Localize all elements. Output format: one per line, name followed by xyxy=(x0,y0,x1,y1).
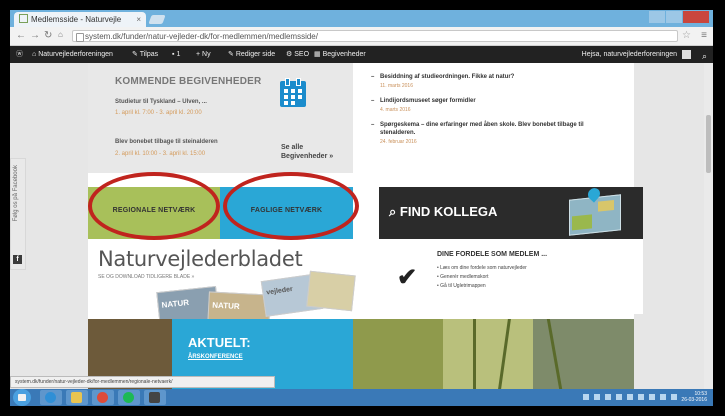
wp-admin-bar: ⓦ ⌂ Naturvejlederforeningen ✎ Tilpas ▪ 1… xyxy=(10,46,713,63)
taskbar: 10:53 26-03-2016 xyxy=(10,389,713,406)
chrome-taskbar-icon[interactable] xyxy=(92,390,114,405)
admin-edit-link[interactable]: ✎ Rediger side xyxy=(228,46,275,63)
admin-greeting[interactable]: Hejsa, naturvejlederforeningen xyxy=(582,46,677,63)
admin-site-link[interactable]: ⌂ Naturvejlederforeningen xyxy=(32,46,113,63)
events-box: KOMMENDE BEGIVENHEDER Studietur til Tysk… xyxy=(88,63,353,173)
highlight-circle-faglige xyxy=(223,172,359,240)
minimize-button[interactable] xyxy=(649,11,665,23)
window-controls xyxy=(648,11,709,25)
admin-seo-link[interactable]: ⚙ SEO xyxy=(286,46,309,63)
wp-logo-icon[interactable]: ⓦ xyxy=(16,46,23,63)
favicon-icon xyxy=(19,14,28,23)
address-text: system.dk/funder/natur-vejleder-dk/for-m… xyxy=(85,32,318,41)
facebook-side-label: Følg os på Facebook xyxy=(13,165,19,222)
admin-new-link[interactable]: + Ny xyxy=(196,46,211,63)
news-item[interactable]: Besiddning af studieordningen. Fikke at … xyxy=(371,73,600,81)
close-tab-icon[interactable]: × xyxy=(136,12,141,27)
forward-arrow-icon[interactable]: → xyxy=(30,30,40,41)
benefit-link[interactable]: • Generér medlemskort xyxy=(437,274,489,280)
magazine-download-link[interactable]: SE OG DOWNLOAD TIDLIGERE BLADE » xyxy=(98,274,194,280)
benefit-link[interactable]: • Gå til Ugletrimappen xyxy=(437,283,486,289)
maximize-button[interactable] xyxy=(666,11,682,23)
event-date: 2. april kl. 10:00 - 3. april kl. 15:00 xyxy=(115,151,206,157)
explorer-taskbar-icon[interactable] xyxy=(66,390,88,405)
start-button[interactable] xyxy=(13,389,31,406)
bookmark-star-icon[interactable]: ☆ xyxy=(682,30,691,41)
clock-date: 26-03-2016 xyxy=(681,397,707,403)
status-url-tooltip: system.dk/funder/natur-vejleder-dk/for-m… xyxy=(10,376,275,388)
news-date: 24. februar 2016 xyxy=(380,139,417,145)
events-heading: KOMMENDE BEGIVENHEDER xyxy=(115,76,262,87)
page-icon xyxy=(76,33,84,42)
title-bar: Medlemsside - Naturvejle × xyxy=(10,10,713,27)
avatar[interactable] xyxy=(682,50,691,59)
address-input[interactable]: system.dk/funder/natur-vejleder-dk/for-m… xyxy=(72,30,678,42)
magazine-box[interactable]: Naturvejlederbladet SE OG DOWNLOAD TIDLI… xyxy=(88,239,356,331)
find-kollega-label: ⌕ FIND KOLLEGA xyxy=(389,204,498,219)
menu-icon[interactable]: ≡ xyxy=(701,30,707,41)
new-tab-button[interactable] xyxy=(148,15,166,24)
find-kollega-banner[interactable]: ⌕ FIND KOLLEGA xyxy=(379,185,643,239)
magazine-covers: NATUR NATUR vejleder xyxy=(156,270,356,331)
news-item[interactable]: Spørgeskema – dine erfaringer med åben s… xyxy=(371,121,600,137)
event-title[interactable]: Studietur til Tyskland – Ulven, ... xyxy=(115,99,207,105)
event-date: 1. april kl. 7:00 - 3. april kl. 20:00 xyxy=(115,110,202,116)
facebook-icon: f xyxy=(13,255,22,264)
benefits-heading: DINE FORDELE SOM MEDLEM ... xyxy=(437,251,548,258)
spotify-taskbar-icon[interactable] xyxy=(118,390,140,405)
calendar-icon xyxy=(280,78,306,107)
facebook-side-tab[interactable]: Følg os på Facebook f xyxy=(10,158,26,270)
app-taskbar-icon[interactable] xyxy=(144,390,166,405)
browser-window: Medlemsside - Naturvejle × ← → ↻ ⌂ syste… xyxy=(10,10,713,406)
member-benefits: ✔ DINE FORDELE SOM MEDLEM ... • Læs om d… xyxy=(379,239,643,314)
checkmark-icon: ✔ xyxy=(397,264,418,291)
aktuelt-subtitle[interactable]: ÅRSKONFERENCE xyxy=(188,354,243,360)
aktuelt-photo xyxy=(353,319,634,389)
address-bar-row: ← → ↻ ⌂ system.dk/funder/natur-vejleder-… xyxy=(10,27,713,46)
highlight-circle-regional xyxy=(88,172,220,240)
magazine-cover-image xyxy=(306,270,356,312)
reload-icon[interactable]: ↻ xyxy=(44,30,52,41)
browser-tab[interactable]: Medlemsside - Naturvejle × xyxy=(14,12,146,27)
home-icon[interactable]: ⌂ xyxy=(58,30,63,39)
scrollbar[interactable] xyxy=(704,63,713,389)
news-item[interactable]: Lindijordsmuseet søger formidler xyxy=(371,97,600,105)
back-arrow-icon[interactable]: ← xyxy=(16,30,26,41)
news-date: 4. marts 2016 xyxy=(380,107,411,113)
aktuelt-title: AKTUELT: xyxy=(188,335,251,350)
admin-events-link[interactable]: ▦ Begivenheder xyxy=(314,46,366,63)
system-tray[interactable] xyxy=(583,394,677,400)
see-all-events-link[interactable]: Se alle Begivenheder » xyxy=(281,143,333,161)
event-title[interactable]: Blev bonebet tilbage til steinalderen xyxy=(115,139,218,145)
benefit-link[interactable]: • Læs om dine fordele som naturvejleder xyxy=(437,265,527,271)
tab-title: Medlemsside - Naturvejle xyxy=(31,15,122,24)
admin-customize-link[interactable]: ✎ Tilpas xyxy=(132,46,158,63)
clock[interactable]: 10:53 26-03-2016 xyxy=(681,391,707,403)
ie-taskbar-icon[interactable] xyxy=(40,390,62,405)
magazine-title: Naturvejlederbladet xyxy=(98,247,303,271)
news-list: Besiddning af studieordningen. Fikke at … xyxy=(370,63,630,173)
map-icon xyxy=(569,185,621,236)
news-date: 11. marts 2016 xyxy=(380,83,413,89)
admin-comments-link[interactable]: ▪ 1 xyxy=(172,46,180,63)
scrollbar-thumb[interactable] xyxy=(706,115,711,173)
close-window-button[interactable] xyxy=(683,11,709,23)
